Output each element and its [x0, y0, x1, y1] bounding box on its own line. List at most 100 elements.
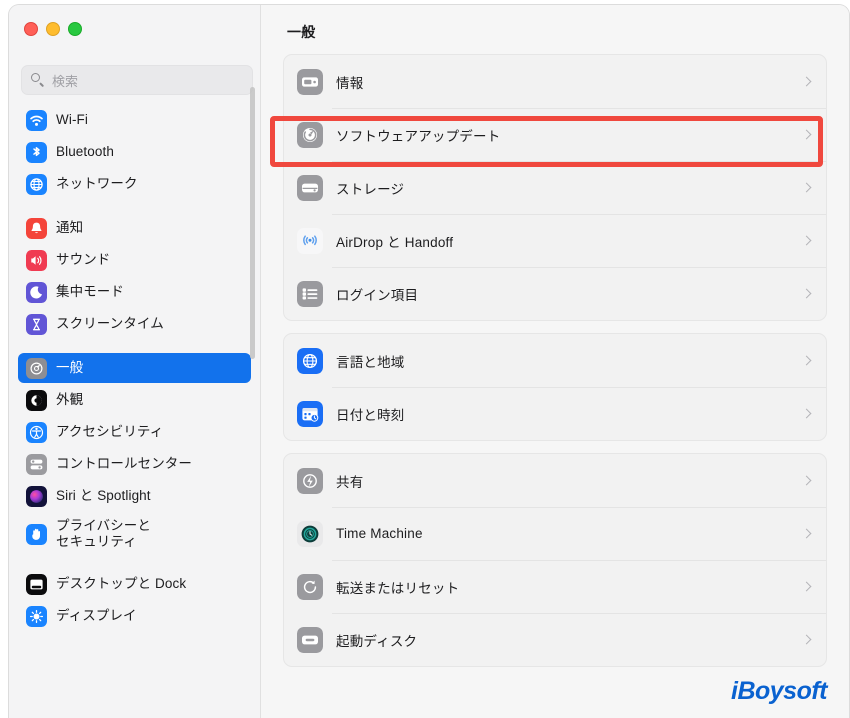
storage-icon	[297, 174, 323, 201]
sidebar-item-focus[interactable]: 集中モード	[18, 277, 251, 307]
row-label: AirDrop と Handoff	[336, 234, 454, 250]
sidebar-item-bluetooth[interactable]: Bluetooth	[18, 137, 251, 167]
bell-icon	[26, 217, 47, 239]
row-sharing[interactable]: 共有	[284, 454, 826, 507]
search-icon	[31, 73, 45, 87]
sidebar-item-label: 集中モード	[56, 284, 124, 300]
window-controls	[24, 22, 82, 36]
sidebar-item-label: ネットワーク	[56, 176, 138, 192]
sidebar-item-desktop-dock[interactable]: デスクトップと Dock	[18, 569, 251, 599]
sidebar-item-label: Wi-Fi	[56, 112, 88, 128]
wifi-icon	[26, 109, 47, 131]
row-language-region[interactable]: 言語と地域	[284, 334, 826, 387]
hourglass-icon	[26, 313, 47, 335]
sidebar-item-label: コントロールセンター	[56, 456, 192, 472]
row-storage[interactable]: ストレージ	[284, 161, 826, 214]
page-title: 一般	[287, 24, 316, 40]
row-label: 共有	[336, 474, 364, 490]
system-settings-window: 検索 Wi-Fi Bluetooth ネットワーク 通知 サウンド 集中モード …	[8, 4, 850, 718]
sidebar-group-alerts: 通知 サウンド 集中モード スクリーンタイム	[9, 213, 260, 339]
privacy-hand-icon	[26, 523, 47, 545]
watermark-logo: iBoysoft	[731, 677, 828, 705]
sidebar-item-displays[interactable]: ディスプレイ	[18, 601, 251, 631]
sidebar-item-sound[interactable]: サウンド	[18, 245, 251, 275]
chevron-right-icon	[802, 354, 810, 367]
sidebar-item-label: 一般	[56, 360, 84, 376]
sidebar-group-desktop: デスクトップと Dock ディスプレイ	[9, 569, 260, 631]
sidebar-item-label: デスクトップと Dock	[56, 576, 187, 592]
startup-disk-icon	[297, 626, 323, 653]
display-icon	[26, 605, 47, 627]
gear-icon	[26, 357, 47, 379]
row-time-machine[interactable]: Time Machine	[284, 507, 826, 560]
main-content: 一般 情報 ソフトウェアアップデート ストレージ AirDrop と Hando…	[261, 5, 849, 718]
row-startup-disk[interactable]: 起動ディスク	[284, 613, 826, 666]
speaker-icon	[26, 249, 47, 271]
sidebar-item-notifications[interactable]: 通知	[18, 213, 251, 243]
row-label: ソフトウェアアップデート	[336, 128, 501, 144]
chevron-right-icon	[802, 287, 810, 300]
sidebar-scrollbar[interactable]	[250, 87, 255, 359]
sidebar-item-appearance[interactable]: 外観	[18, 385, 251, 415]
zoom-button[interactable]	[68, 22, 82, 36]
search-input[interactable]: 検索	[21, 65, 253, 95]
close-button[interactable]	[24, 22, 38, 36]
search-placeholder: 検索	[52, 73, 79, 89]
chevron-right-icon	[802, 527, 810, 540]
minimize-button[interactable]	[46, 22, 60, 36]
airdrop-icon	[297, 227, 323, 254]
sidebar-item-label: 通知	[56, 220, 84, 236]
network-icon	[26, 173, 47, 195]
row-label: Time Machine	[336, 526, 423, 541]
row-label: 言語と地域	[336, 354, 405, 370]
chevron-right-icon	[802, 128, 810, 141]
time-machine-icon	[297, 520, 323, 547]
chevron-right-icon	[802, 633, 810, 646]
sidebar-item-label: アクセシビリティ	[56, 424, 164, 440]
settings-group-device: 情報 ソフトウェアアップデート ストレージ AirDrop と Handoff …	[283, 54, 827, 321]
row-about[interactable]: 情報	[284, 55, 826, 108]
sidebar-item-control-center[interactable]: コントロールセンター	[18, 449, 251, 479]
chevron-right-icon	[802, 407, 810, 420]
sidebar: 検索 Wi-Fi Bluetooth ネットワーク 通知 サウンド 集中モード …	[9, 5, 261, 718]
row-login-items[interactable]: ログイン項目	[284, 267, 826, 320]
sidebar-item-network[interactable]: ネットワーク	[18, 169, 251, 199]
sidebar-item-wifi[interactable]: Wi-Fi	[18, 105, 251, 135]
sidebar-item-siri-spotlight[interactable]: Siri と Spotlight	[18, 481, 251, 511]
sidebar-scroll-area: Wi-Fi Bluetooth ネットワーク 通知 サウンド 集中モード スクリ…	[9, 105, 260, 718]
accessibility-icon	[26, 421, 47, 443]
siri-icon	[26, 485, 47, 507]
row-airdrop-handoff[interactable]: AirDrop と Handoff	[284, 214, 826, 267]
chevron-right-icon	[802, 75, 810, 88]
control-center-icon	[26, 453, 47, 475]
sidebar-item-label: 外観	[56, 392, 84, 408]
about-icon	[297, 68, 323, 95]
row-label: 転送またはリセット	[336, 580, 460, 596]
sidebar-item-general[interactable]: 一般	[18, 353, 251, 383]
sidebar-item-screen-time[interactable]: スクリーンタイム	[18, 309, 251, 339]
chevron-right-icon	[802, 474, 810, 487]
sidebar-item-label: Bluetooth	[56, 144, 114, 160]
language-region-icon	[297, 347, 323, 374]
chevron-right-icon	[802, 234, 810, 247]
row-label: ストレージ	[336, 181, 405, 197]
settings-group-locale: 言語と地域 日付と時刻	[283, 333, 827, 441]
row-label: 日付と時刻	[336, 407, 405, 423]
desktop-dock-icon	[26, 573, 47, 595]
row-transfer-reset[interactable]: 転送またはリセット	[284, 560, 826, 613]
sidebar-item-label: Siri と Spotlight	[56, 488, 151, 504]
appearance-icon	[26, 389, 47, 411]
sidebar-item-accessibility[interactable]: アクセシビリティ	[18, 417, 251, 447]
sidebar-item-label: ディスプレイ	[56, 608, 137, 624]
date-time-icon	[297, 400, 323, 427]
sidebar-item-privacy-security[interactable]: プライバシーと セキュリティ	[18, 513, 251, 555]
row-label: 情報	[336, 75, 364, 91]
chevron-right-icon	[802, 181, 810, 194]
row-software-update[interactable]: ソフトウェアアップデート	[284, 108, 826, 161]
login-items-icon	[297, 280, 323, 307]
sidebar-group-system: 一般 外観 アクセシビリティ コントロールセンター Siri と Spotlig…	[9, 353, 260, 555]
row-date-time[interactable]: 日付と時刻	[284, 387, 826, 440]
bluetooth-icon	[26, 141, 47, 163]
row-label: ログイン項目	[336, 287, 419, 303]
sidebar-item-label: プライバシーと セキュリティ	[56, 518, 151, 549]
